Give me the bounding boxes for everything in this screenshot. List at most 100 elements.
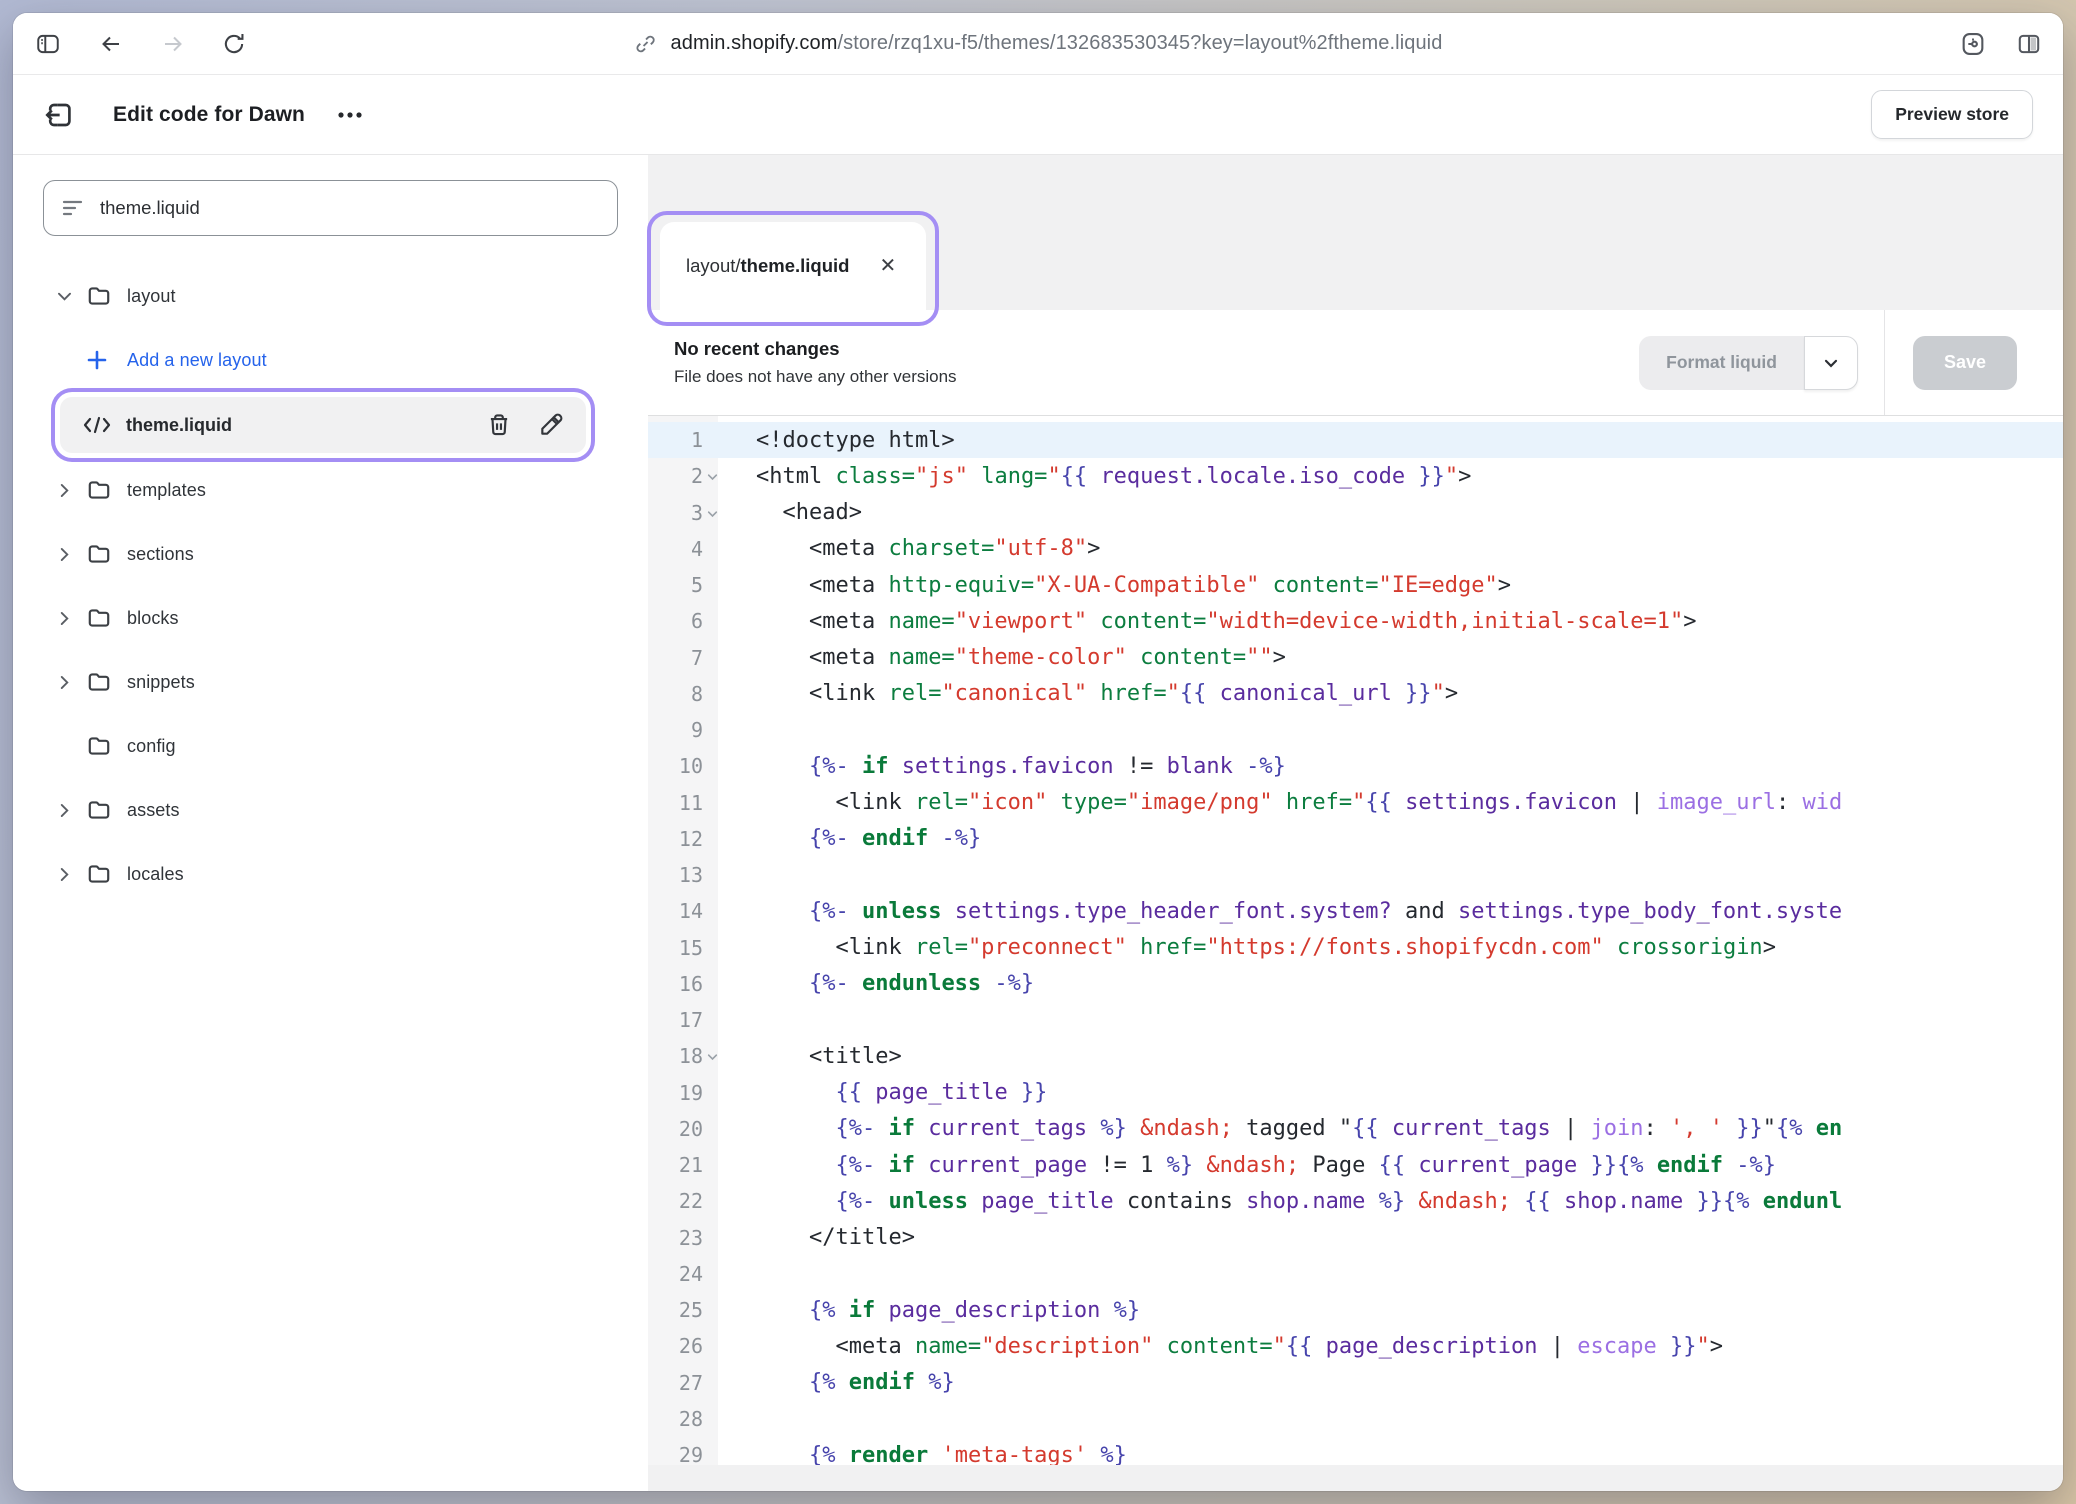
- chevron-right-icon[interactable]: [55, 609, 85, 628]
- code-line[interactable]: <link rel="canonical" href="{{ canonical…: [756, 676, 2063, 712]
- code-line[interactable]: <meta http-equiv="X-UA-Compatible" conte…: [756, 567, 2063, 603]
- code-line[interactable]: {%- unless page_title contains shop.name…: [756, 1183, 2063, 1219]
- url-path: /store/rzq1xu-f5/themes/132683530345?key…: [838, 32, 1443, 54]
- header-divider: [1884, 310, 1885, 415]
- reload-icon[interactable]: [221, 31, 247, 57]
- fold-toggle-icon[interactable]: [706, 1051, 719, 1064]
- app-header: Edit code for Dawn Preview store: [13, 75, 2063, 155]
- code-line[interactable]: {%- if current_page != 1 %} &ndash; Page…: [756, 1147, 2063, 1183]
- sidebar-item-assets[interactable]: assets: [41, 778, 620, 842]
- folder-icon: [85, 733, 115, 759]
- sidebar-item-blocks[interactable]: blocks: [41, 586, 620, 650]
- folder-icon: [85, 477, 115, 503]
- code-line[interactable]: <title>: [756, 1038, 2063, 1074]
- sidebar-item-theme-liquid[interactable]: theme.liquid: [60, 397, 586, 453]
- file-search[interactable]: [43, 180, 618, 236]
- document-header: No recent changes File does not have any…: [648, 310, 2063, 416]
- code-line[interactable]: {%- unless settings.type_header_font.sys…: [756, 893, 2063, 929]
- line-number: 19: [648, 1075, 718, 1111]
- fold-toggle-icon[interactable]: [706, 471, 719, 484]
- plus-icon: [85, 348, 115, 372]
- line-number: 1: [648, 422, 718, 458]
- code-line[interactable]: <link rel="icon" type="image/png" href="…: [756, 785, 2063, 821]
- page-title: Edit code for Dawn: [113, 103, 305, 127]
- chevron-right-icon[interactable]: [55, 545, 85, 564]
- sidebar-toggle-icon[interactable]: [33, 31, 63, 57]
- sidebar-item-templates[interactable]: templates: [41, 458, 620, 522]
- code-line[interactable]: {%- endif -%}: [756, 821, 2063, 857]
- code-line[interactable]: [756, 1256, 2063, 1292]
- editor-pane: layout/theme.liquid ✕ No recent changes …: [648, 155, 2063, 1491]
- code-line[interactable]: <!doctype html>: [718, 422, 2063, 458]
- line-number: 22: [648, 1183, 718, 1219]
- format-liquid-button[interactable]: Format liquid: [1639, 336, 1804, 390]
- address-bar[interactable]: admin.shopify.com/store/rzq1xu-f5/themes…: [634, 13, 1443, 74]
- split-view-icon[interactable]: [2015, 31, 2043, 57]
- save-button[interactable]: Save: [1913, 336, 2017, 390]
- preview-store-button[interactable]: Preview store: [1871, 90, 2033, 139]
- code-line[interactable]: <meta name="viewport" content="width=dev…: [756, 603, 2063, 639]
- line-number: 23: [648, 1220, 718, 1256]
- code-editor[interactable]: 1234567891011121314151617181920212223242…: [648, 416, 2063, 1465]
- tab-theme-liquid[interactable]: layout/theme.liquid ✕: [660, 222, 926, 310]
- chevron-down-icon[interactable]: [55, 287, 85, 306]
- sidebar-item-config[interactable]: config: [41, 714, 620, 778]
- code-line[interactable]: <link rel="preconnect" href="https://fon…: [756, 930, 2063, 966]
- line-number: 24: [648, 1256, 718, 1292]
- sidebar-item-add-a-new-layout[interactable]: Add a new layout: [41, 328, 620, 392]
- line-number: 12: [648, 821, 718, 857]
- code-line[interactable]: {% if page_description %}: [756, 1292, 2063, 1328]
- forward-icon[interactable]: [159, 32, 187, 56]
- sidebar-item-layout[interactable]: layout: [41, 264, 620, 328]
- folder-icon: [85, 541, 115, 567]
- tab-bar: layout/theme.liquid ✕: [648, 155, 2063, 310]
- line-number: 18: [648, 1038, 718, 1074]
- code-line[interactable]: [756, 1002, 2063, 1038]
- code-line[interactable]: {%- endunless -%}: [756, 966, 2063, 1002]
- file-sidebar: layoutAdd a new layouttheme.liquid templa…: [13, 155, 648, 1491]
- line-number: 5: [648, 567, 718, 603]
- close-tab-icon[interactable]: ✕: [879, 256, 896, 276]
- code-line[interactable]: [756, 1401, 2063, 1437]
- code-line[interactable]: {{ page_title }}: [756, 1075, 2063, 1111]
- sidebar-item-snippets[interactable]: snippets: [41, 650, 620, 714]
- sidebar-item-locales[interactable]: locales: [41, 842, 620, 906]
- code-line[interactable]: <meta name="description" content="{{ pag…: [756, 1328, 2063, 1364]
- pencil-icon[interactable]: [538, 412, 564, 438]
- code-line[interactable]: <meta charset="utf-8">: [756, 531, 2063, 567]
- code-line[interactable]: </title>: [756, 1220, 2063, 1256]
- line-number: 16: [648, 966, 718, 1002]
- more-options-icon[interactable]: [335, 107, 365, 123]
- code-line[interactable]: <meta name="theme-color" content="">: [756, 640, 2063, 676]
- chevron-right-icon[interactable]: [55, 801, 85, 820]
- status-title: No recent changes: [674, 338, 957, 360]
- exit-editor-icon[interactable]: [43, 99, 75, 131]
- sidebar-item-label: templates: [127, 480, 206, 501]
- trash-icon[interactable]: [486, 412, 512, 438]
- folder-icon: [85, 797, 115, 823]
- sidebar-item-label: sections: [127, 544, 194, 565]
- chevron-right-icon[interactable]: [55, 865, 85, 884]
- chevron-right-icon[interactable]: [55, 481, 85, 500]
- code-line[interactable]: {% endif %}: [756, 1365, 2063, 1401]
- line-number: 14: [648, 893, 718, 929]
- code-line[interactable]: {%- if current_tags %} &ndash; tagged "{…: [756, 1111, 2063, 1147]
- sidebar-item-sections[interactable]: sections: [41, 522, 620, 586]
- code-line[interactable]: {% render 'meta-tags' %}: [756, 1437, 2063, 1465]
- code-line[interactable]: {%- if settings.favicon != blank -%}: [756, 748, 2063, 784]
- page-settings-icon[interactable]: [1959, 30, 1987, 58]
- code-line[interactable]: [756, 712, 2063, 748]
- line-number: 27: [648, 1365, 718, 1401]
- filter-icon: [61, 197, 85, 219]
- line-number: 11: [648, 785, 718, 821]
- format-options-dropdown[interactable]: [1804, 336, 1858, 390]
- code-area[interactable]: <!doctype html><html class="js" lang="{{…: [718, 416, 2063, 1465]
- fold-toggle-icon[interactable]: [706, 507, 719, 520]
- search-input[interactable]: [100, 197, 600, 219]
- back-icon[interactable]: [97, 32, 125, 56]
- code-line[interactable]: [756, 857, 2063, 893]
- code-line[interactable]: <html class="js" lang="{{ request.locale…: [756, 458, 2063, 494]
- code-line[interactable]: <head>: [756, 495, 2063, 531]
- folder-icon: [85, 669, 115, 695]
- chevron-right-icon[interactable]: [55, 673, 85, 692]
